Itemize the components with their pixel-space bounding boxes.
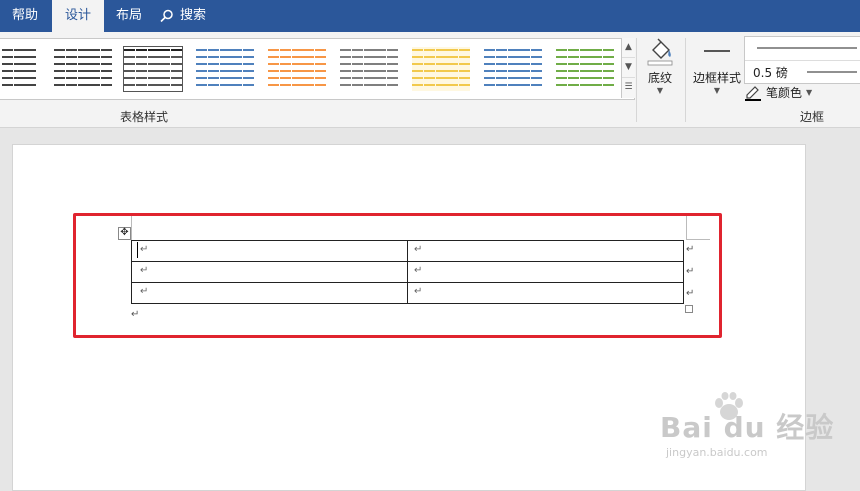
table-style-thumbnail[interactable] (2, 47, 36, 91)
tab-design[interactable]: 设计 (52, 0, 104, 32)
gallery-scroll[interactable]: ▲ ▼ ☰ (621, 38, 635, 98)
line-style-and-weight[interactable]: 0.5 磅 (744, 36, 860, 84)
line-style-icon (757, 47, 857, 49)
table-style-thumbnail[interactable] (123, 46, 183, 92)
gallery-down-icon[interactable]: ▼ (622, 58, 635, 78)
table-style-thumbnail[interactable] (484, 47, 542, 91)
group-separator (685, 38, 686, 122)
line-weight-icon (807, 71, 857, 73)
chevron-down-icon: ▼ (656, 86, 664, 95)
tab-layout[interactable]: 布局 (104, 0, 154, 32)
gallery-up-icon[interactable]: ▲ (622, 38, 635, 58)
line-weight-value[interactable]: 0.5 磅 (753, 64, 788, 81)
table-styles-gallery[interactable] (0, 38, 635, 100)
group-label-borders: 边框 (800, 110, 825, 124)
watermark-brand: Bai du 经验 (660, 411, 835, 444)
paint-bucket-icon (647, 38, 673, 66)
ribbon-tab-bar: 帮助 设计 布局 搜索 (0, 0, 860, 32)
chevron-down-icon: ▼ (806, 87, 813, 97)
shading-label: 底纹 (647, 71, 672, 85)
table-style-thumbnail[interactable] (556, 47, 614, 91)
group-separator (636, 38, 637, 122)
pen-color-label: 笔颜色 (766, 85, 803, 100)
shading-button[interactable]: 底纹 ▼ (642, 36, 678, 102)
gallery-more-icon[interactable]: ☰ (622, 78, 635, 97)
chevron-down-icon: ▼ (713, 86, 721, 95)
tell-me-search[interactable]: 搜索 (160, 0, 230, 32)
group-label-table-styles: 表格样式 (120, 110, 169, 124)
table-style-thumbnail[interactable] (54, 47, 112, 91)
watermark-url: jingyan.baidu.com (666, 446, 768, 459)
highlight-annotation-box (73, 213, 722, 338)
table-style-thumbnail[interactable] (268, 47, 326, 91)
pen-color-button[interactable]: 笔颜色 ▼ (744, 82, 812, 102)
border-styles-label: 边框样式 (692, 71, 741, 85)
search-label: 搜索 (180, 8, 207, 23)
table-style-thumbnail[interactable] (340, 47, 398, 91)
border-line-icon (704, 50, 730, 52)
ribbon: ▲ ▼ ☰ 表格样式 底纹 ▼ 边框样式 ▼ 0.5 磅 笔颜色 ▼ 边框 (0, 32, 860, 128)
table-style-thumbnail[interactable] (412, 47, 470, 91)
tab-help[interactable]: 帮助 (0, 0, 50, 32)
table-style-thumbnail[interactable] (196, 47, 254, 91)
search-icon (160, 9, 173, 23)
pen-icon (745, 86, 761, 101)
border-styles-button[interactable]: 边框样式 ▼ (690, 36, 744, 102)
